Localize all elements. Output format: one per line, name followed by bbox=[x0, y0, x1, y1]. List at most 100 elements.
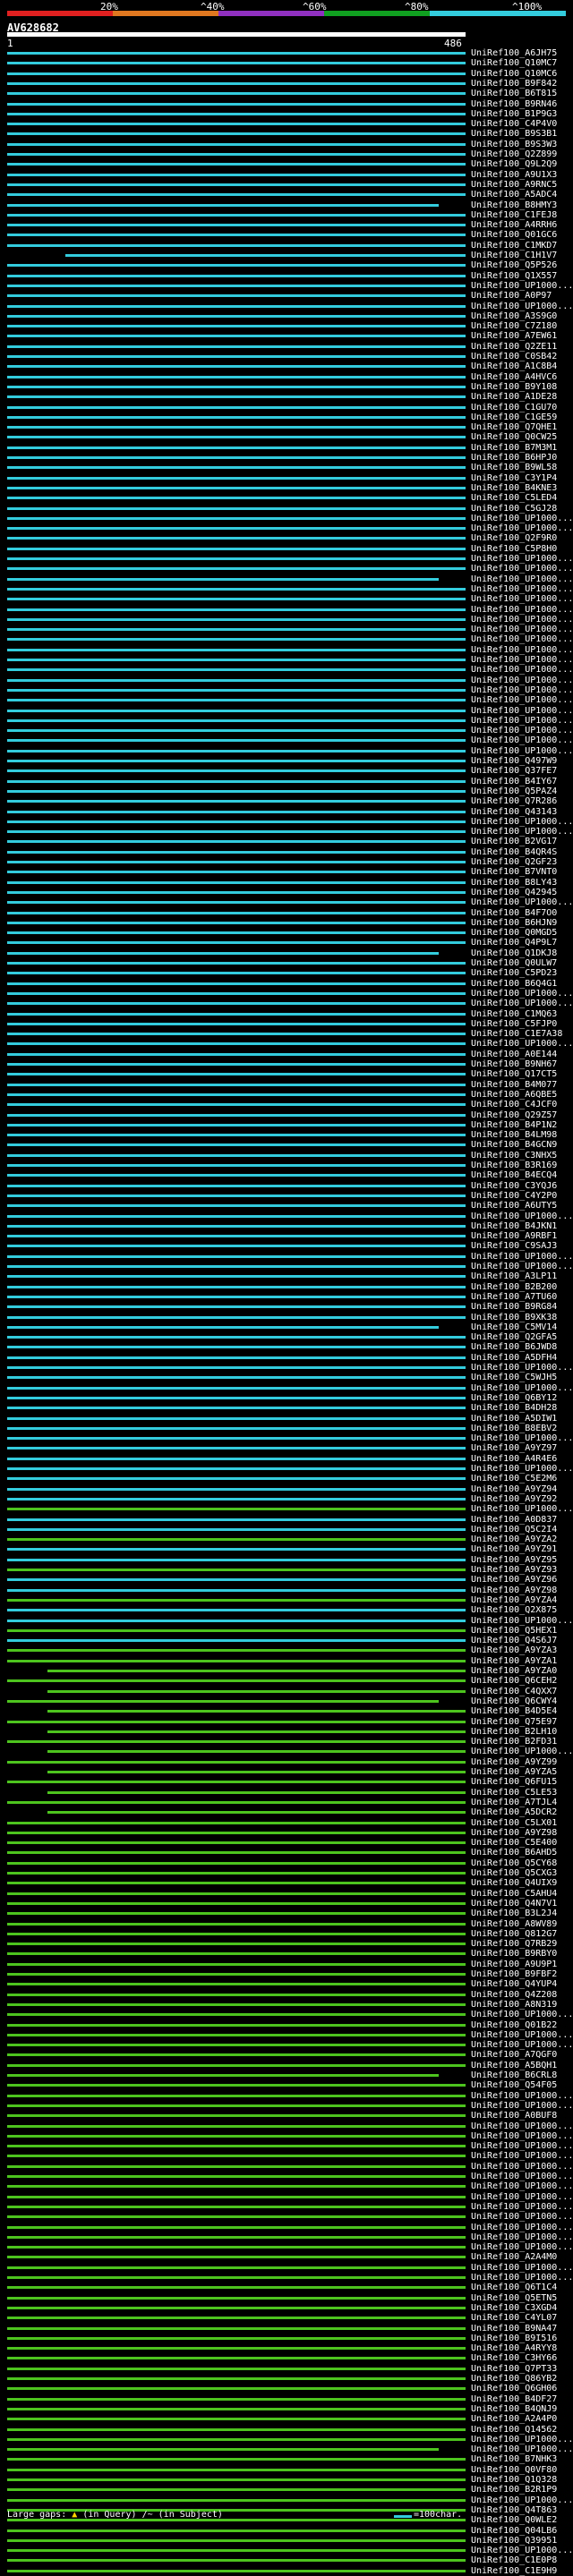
hit-label[interactable]: UniRef100_Q812G7 bbox=[471, 1929, 557, 1939]
hit-alignment-line[interactable] bbox=[65, 254, 466, 257]
hit-label[interactable]: UniRef100_B4KNE3 bbox=[471, 483, 557, 493]
hit-alignment-line[interactable] bbox=[7, 2084, 466, 2087]
hit-label[interactable]: UniRef100_UP1000... bbox=[471, 735, 573, 745]
hit-label[interactable]: UniRef100_Q497W9 bbox=[471, 756, 557, 766]
hit-label[interactable]: UniRef100_Q5C2I4 bbox=[471, 1525, 557, 1535]
hit-label[interactable]: UniRef100_B3L2J4 bbox=[471, 1909, 557, 1918]
hit-alignment-line[interactable] bbox=[7, 1174, 466, 1177]
hit-label[interactable]: UniRef100_B9RBY0 bbox=[471, 1949, 557, 1959]
hit-label[interactable]: UniRef100_A5DFH4 bbox=[471, 1353, 557, 1363]
hit-alignment-line[interactable] bbox=[7, 446, 466, 449]
hit-alignment-line[interactable] bbox=[7, 2458, 466, 2461]
hit-label[interactable]: UniRef100_Q43143 bbox=[471, 807, 557, 817]
hit-alignment-line[interactable] bbox=[7, 2448, 439, 2452]
hit-label[interactable]: UniRef100_Q9L2Q9 bbox=[471, 159, 557, 169]
hit-alignment-line[interactable] bbox=[7, 1275, 466, 1279]
hit-alignment-line[interactable] bbox=[7, 1083, 466, 1086]
hit-label[interactable]: UniRef100_Q5P526 bbox=[471, 260, 557, 270]
hit-label[interactable]: UniRef100_UP1000... bbox=[471, 2141, 573, 2151]
hit-label[interactable]: UniRef100_UP1000... bbox=[471, 817, 573, 827]
hit-label[interactable]: UniRef100_C1MKD7 bbox=[471, 241, 557, 251]
hit-label[interactable]: UniRef100_B2R1P9 bbox=[471, 2485, 557, 2495]
hit-label[interactable]: UniRef100_UP1000... bbox=[471, 2202, 573, 2212]
hit-alignment-line[interactable] bbox=[7, 1325, 439, 1329]
hit-label[interactable]: UniRef100_A6QBE5 bbox=[471, 1090, 557, 1100]
hit-alignment-line[interactable] bbox=[7, 890, 466, 894]
hit-alignment-line[interactable] bbox=[7, 2387, 466, 2391]
hit-label[interactable]: UniRef100_A9YZ99 bbox=[471, 1757, 557, 1767]
hit-alignment-line[interactable] bbox=[7, 62, 466, 65]
hit-label[interactable]: UniRef100_Q0MGD5 bbox=[471, 928, 557, 938]
hit-alignment-line[interactable] bbox=[7, 294, 466, 298]
hit-alignment-line[interactable] bbox=[7, 1831, 466, 1834]
hit-alignment-line[interactable] bbox=[7, 1204, 466, 1208]
hit-alignment-line[interactable] bbox=[47, 1771, 466, 1773]
hit-label[interactable]: UniRef100_C5AHU4 bbox=[471, 1889, 557, 1899]
hit-alignment-line[interactable] bbox=[7, 1609, 466, 1612]
hit-alignment-line[interactable] bbox=[7, 1649, 466, 1653]
hit-label[interactable]: UniRef100_A6UTY5 bbox=[471, 1201, 557, 1211]
hit-label[interactable]: UniRef100_A7QGF0 bbox=[471, 2050, 557, 2060]
hit-alignment-line[interactable] bbox=[7, 1254, 466, 1258]
hit-alignment-line[interactable] bbox=[7, 102, 466, 106]
hit-alignment-line[interactable] bbox=[7, 497, 466, 500]
hit-alignment-line[interactable] bbox=[7, 2225, 466, 2229]
hit-alignment-line[interactable] bbox=[7, 1265, 466, 1268]
hit-alignment-line[interactable] bbox=[7, 142, 466, 146]
hit-label[interactable]: UniRef100_B2LH10 bbox=[471, 1727, 557, 1737]
hit-label[interactable]: UniRef100_UP1000... bbox=[471, 2131, 573, 2141]
hit-label[interactable]: UniRef100_Q4Z208 bbox=[471, 1990, 557, 2000]
hit-label[interactable]: UniRef100_UP1000... bbox=[471, 1747, 573, 1756]
hit-alignment-line[interactable] bbox=[7, 2569, 466, 2572]
hit-alignment-line[interactable] bbox=[7, 1861, 466, 1865]
hit-label[interactable]: UniRef100_B8HMY3 bbox=[471, 200, 557, 210]
hit-label[interactable]: UniRef100_B9WL58 bbox=[471, 463, 557, 472]
hit-alignment-line[interactable] bbox=[7, 203, 439, 207]
hit-alignment-line[interactable] bbox=[7, 405, 466, 409]
hit-label[interactable]: UniRef100_B4DH28 bbox=[471, 1403, 557, 1413]
hit-label[interactable]: UniRef100_C5P8H0 bbox=[471, 544, 557, 554]
hit-alignment-line[interactable] bbox=[7, 2336, 466, 2340]
hit-alignment-line[interactable] bbox=[7, 1882, 466, 1885]
hit-alignment-line[interactable] bbox=[7, 1892, 466, 1895]
hit-label[interactable]: UniRef100_A3LP11 bbox=[471, 1271, 557, 1281]
hit-label[interactable]: UniRef100_UP1000... bbox=[471, 554, 573, 564]
hit-label[interactable]: UniRef100_Q01GC6 bbox=[471, 230, 557, 240]
hit-alignment-line[interactable] bbox=[7, 1194, 466, 1197]
hit-label[interactable]: UniRef100_A3S9G0 bbox=[471, 311, 557, 321]
hit-alignment-line[interactable] bbox=[7, 1224, 466, 1228]
hit-label[interactable]: UniRef100_B8LY43 bbox=[471, 878, 557, 888]
hit-label[interactable]: UniRef100_Q5PAZ4 bbox=[471, 786, 557, 796]
hit-alignment-line[interactable] bbox=[7, 436, 466, 439]
hit-label[interactable]: UniRef100_UP1000... bbox=[471, 2273, 573, 2283]
hit-label[interactable]: UniRef100_UP1000... bbox=[471, 2162, 573, 2172]
hit-alignment-line[interactable] bbox=[7, 1973, 466, 1976]
hit-alignment-line[interactable] bbox=[7, 1416, 466, 1420]
hit-label[interactable]: UniRef100_C3NHX5 bbox=[471, 1151, 557, 1160]
hit-alignment-line[interactable] bbox=[7, 1993, 466, 1996]
hit-alignment-line[interactable] bbox=[7, 739, 466, 743]
hit-label[interactable]: UniRef100_B7VNT0 bbox=[471, 867, 557, 877]
hit-label[interactable]: UniRef100_UP1000... bbox=[471, 1252, 573, 1262]
hit-label[interactable]: UniRef100_A1C8B4 bbox=[471, 361, 557, 371]
hit-label[interactable]: UniRef100_UP1000... bbox=[471, 2212, 573, 2222]
hit-label[interactable]: UniRef100_C1H1V7 bbox=[471, 251, 557, 260]
hit-alignment-line[interactable] bbox=[7, 2347, 466, 2351]
hit-label[interactable]: UniRef100_UP1000... bbox=[471, 2101, 573, 2111]
hit-alignment-line[interactable] bbox=[7, 1527, 466, 1531]
hit-alignment-line[interactable] bbox=[7, 688, 466, 692]
hit-label[interactable]: UniRef100_UP1000... bbox=[471, 281, 573, 291]
hit-label[interactable]: UniRef100_Q0CW25 bbox=[471, 432, 557, 442]
hit-alignment-line[interactable] bbox=[7, 1396, 466, 1399]
hit-label[interactable]: UniRef100_UP1000... bbox=[471, 2030, 573, 2040]
hit-alignment-line[interactable] bbox=[7, 426, 466, 429]
hit-label[interactable]: UniRef100_C1GU70 bbox=[471, 403, 557, 412]
hit-alignment-line[interactable] bbox=[7, 1518, 466, 1521]
hit-label[interactable]: UniRef100_B8EBV2 bbox=[471, 1424, 557, 1433]
hit-label[interactable]: UniRef100_Q7R286 bbox=[471, 796, 557, 806]
hit-alignment-line[interactable] bbox=[7, 1123, 466, 1126]
hit-alignment-line[interactable] bbox=[7, 2397, 466, 2401]
hit-label[interactable]: UniRef100_Q7RB29 bbox=[471, 1939, 557, 1949]
hit-alignment-line[interactable] bbox=[7, 1821, 466, 1824]
hit-label[interactable]: UniRef100_UP1000... bbox=[471, 574, 573, 584]
